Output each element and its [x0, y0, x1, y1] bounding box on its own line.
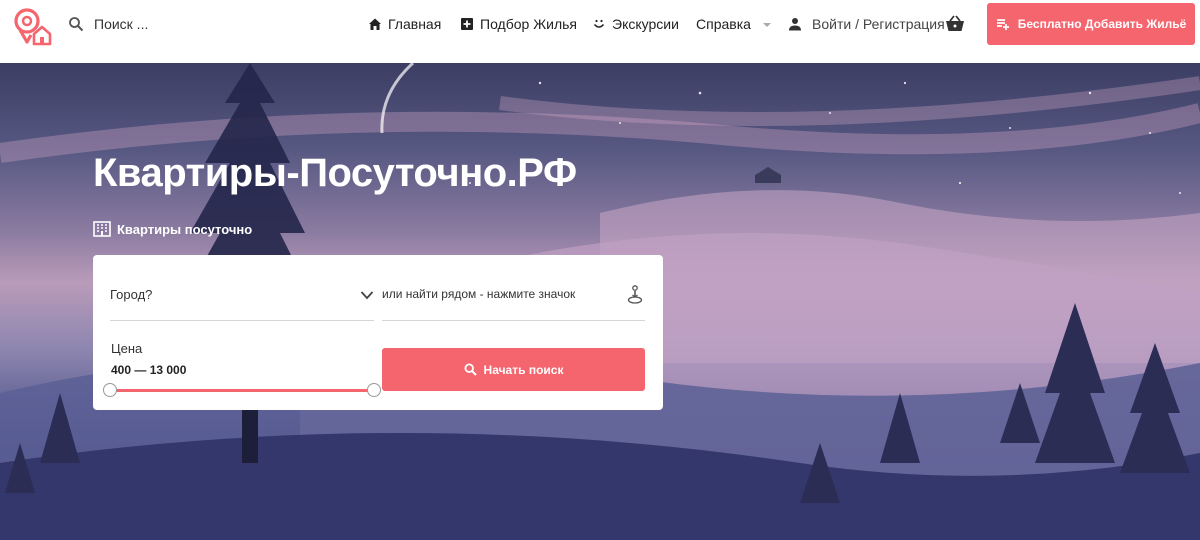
basket-icon[interactable] — [944, 14, 966, 34]
price-slider-track — [110, 389, 374, 392]
city-placeholder: Город? — [110, 287, 153, 302]
start-search-label: Начать поиск — [483, 362, 564, 377]
hero-title: Квартиры-Посуточно.РФ — [93, 151, 577, 195]
start-search-button[interactable]: Начать поиск — [382, 348, 645, 391]
nav-home-label: Главная — [388, 16, 442, 32]
price-range-slider[interactable] — [103, 383, 381, 397]
smile-icon — [593, 19, 605, 28]
nav-tours-label: Экскурсии — [612, 16, 679, 32]
hero-subtitle[interactable]: Квартиры посуточно — [93, 221, 252, 237]
price-max-handle[interactable] — [367, 383, 381, 397]
price-label: Цена — [111, 341, 143, 356]
logo-icon[interactable] — [12, 6, 52, 46]
nav-home[interactable]: Главная — [368, 14, 441, 34]
caret-down-icon — [762, 23, 771, 27]
header-search — [68, 14, 214, 34]
search-card: Город? или найти рядом - нажмите значок … — [93, 255, 663, 410]
home-icon — [369, 18, 381, 30]
nav-pick[interactable]: Подбор Жилья — [460, 14, 577, 34]
near-placeholder: или найти рядом - нажмите значок — [382, 287, 576, 301]
hero-subtitle-label: Квартиры посуточно — [117, 221, 253, 237]
nav-pick-label: Подбор Жилья — [480, 16, 577, 32]
nav-help-label: Справка — [696, 16, 751, 32]
search-input[interactable] — [94, 16, 214, 32]
price-range-value: 400 — 13 000 — [111, 363, 187, 377]
nav-help[interactable]: Справка — [696, 14, 771, 34]
playlist-add-icon — [996, 19, 1009, 30]
building-icon — [93, 221, 111, 237]
location-person-icon[interactable] — [627, 285, 643, 305]
nav-login-label: Войти / Регистрация — [812, 16, 945, 32]
add-listing-label: Бесплатно Добавить Жильё — [1017, 17, 1187, 31]
price-min-handle[interactable] — [103, 383, 117, 397]
nav-tours[interactable]: Экскурсии — [592, 14, 679, 34]
add-listing-button[interactable]: Бесплатно Добавить Жильё — [987, 3, 1195, 45]
person-icon — [789, 18, 801, 31]
nav-login[interactable]: Войти / Регистрация — [788, 14, 945, 34]
chevron-down-icon — [360, 291, 374, 300]
plus-box-icon — [461, 18, 473, 30]
hero-banner: Квартиры-Посуточно.РФ Квартиры посуточно… — [0, 63, 1200, 540]
search-icon — [464, 363, 477, 376]
search-icon — [69, 17, 84, 32]
near-search-field[interactable]: или найти рядом - нажмите значок — [382, 283, 645, 321]
city-select[interactable]: Город? — [110, 283, 374, 321]
top-header: Главная Подбор Жилья Экскурсии Справка В… — [0, 0, 1200, 63]
